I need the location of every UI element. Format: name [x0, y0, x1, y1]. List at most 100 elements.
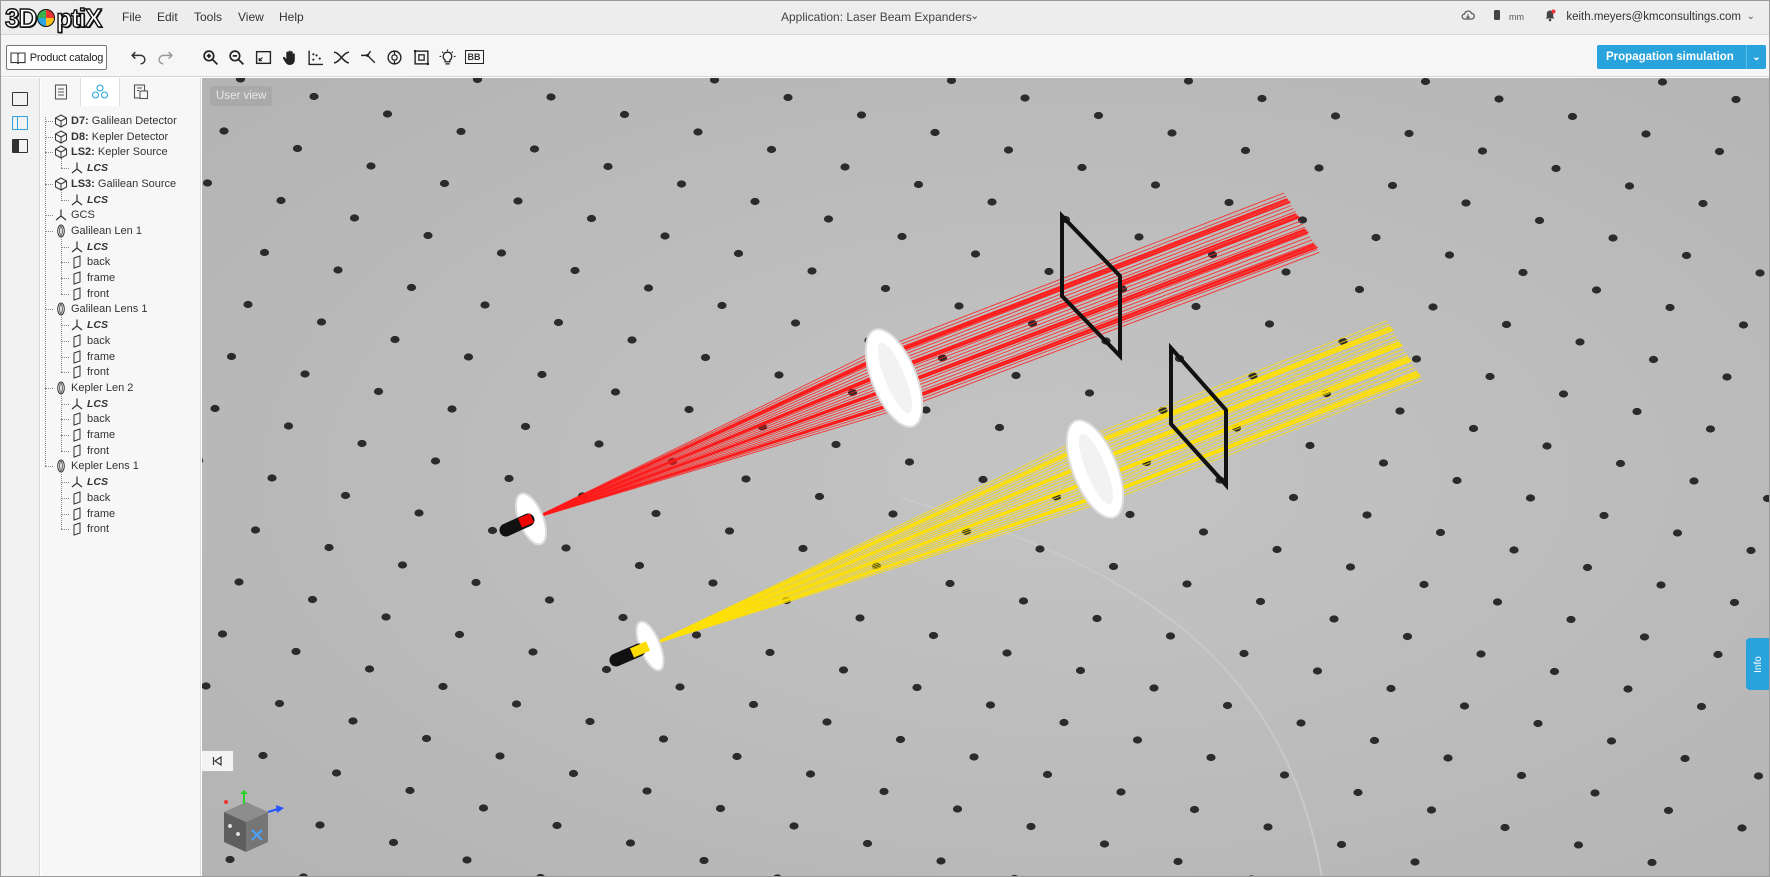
- table-hole: [840, 163, 850, 171]
- table-hole: [1272, 545, 1282, 554]
- redo-icon[interactable]: [154, 46, 176, 68]
- application-title[interactable]: Application: Laser Beam Expanders: [781, 10, 972, 24]
- chevron-down-icon[interactable]: ⌄: [1746, 45, 1766, 69]
- table-hole: [1191, 302, 1201, 311]
- surface-icon: [70, 255, 84, 269]
- tree-child-node[interactable]: front: [70, 286, 109, 302]
- ruler-icon[interactable]: [1493, 9, 1501, 24]
- select-box-icon[interactable]: [410, 46, 432, 68]
- table-hole: [783, 93, 793, 102]
- bell-icon[interactable]: [1544, 9, 1556, 25]
- table-hole: [1378, 459, 1389, 467]
- table-hole: [1239, 649, 1249, 658]
- tree-connector: [61, 529, 69, 531]
- tree-node-label: LCS: [87, 162, 108, 175]
- tree-child-node[interactable]: back: [70, 411, 110, 427]
- split-panel-icon[interactable]: [12, 116, 28, 130]
- table-hole: [537, 370, 547, 379]
- tree-child-node[interactable]: LCS: [70, 317, 108, 333]
- menu-tools[interactable]: Tools: [194, 10, 222, 24]
- chevron-down-icon[interactable]: ⌄: [970, 9, 979, 22]
- tree-child-node[interactable]: frame: [70, 506, 115, 522]
- pan-hand-icon[interactable]: [278, 46, 300, 68]
- tree-node[interactable]: D7: Galilean Detector: [54, 113, 177, 129]
- tree-child-node[interactable]: front: [70, 443, 109, 459]
- axes-icon: [54, 208, 68, 222]
- tree-child-node[interactable]: LCS: [70, 192, 108, 208]
- ray-split-icon[interactable]: [357, 46, 379, 68]
- user-view-label[interactable]: User view: [210, 86, 273, 106]
- menu-help[interactable]: Help: [279, 10, 304, 24]
- cloud-icon[interactable]: [1461, 9, 1475, 24]
- tree-node[interactable]: D8: Kepler Detector: [54, 129, 168, 145]
- tree-child-node[interactable]: frame: [70, 349, 115, 365]
- ray-focus-icon[interactable]: [330, 46, 352, 68]
- table-hole: [388, 838, 399, 847]
- light-bulb-icon[interactable]: [436, 46, 458, 68]
- table-hole: [495, 752, 505, 760]
- axes-icon: [70, 240, 84, 254]
- table-hole: [1281, 268, 1291, 276]
- tree-node-label: Galilean Source: [94, 177, 177, 190]
- tree-connector: [61, 393, 62, 451]
- tree-child-node[interactable]: frame: [70, 427, 115, 443]
- table-hole: [421, 734, 432, 743]
- table-hole: [463, 353, 474, 361]
- tree-child-node[interactable]: front: [70, 521, 109, 537]
- tree-child-node[interactable]: back: [70, 490, 110, 506]
- fit-view-icon[interactable]: [252, 46, 274, 68]
- tree-node[interactable]: Galilean Lens 1: [54, 301, 147, 317]
- tree-node[interactable]: Galilean Len 1: [54, 223, 142, 239]
- units-label[interactable]: mm: [1509, 12, 1524, 22]
- table-hole: [970, 250, 981, 258]
- menu-edit[interactable]: Edit: [157, 10, 178, 24]
- zoom-out-icon[interactable]: [225, 46, 247, 68]
- tree-node[interactable]: LS3: Galilean Source: [54, 176, 176, 192]
- lens-icon: [54, 459, 68, 473]
- tab-hierarchy[interactable]: [80, 78, 120, 106]
- rotate-target-icon[interactable]: [383, 46, 405, 68]
- undo-icon[interactable]: [127, 46, 149, 68]
- table-hole: [1084, 389, 1095, 397]
- single-panel-icon[interactable]: [12, 92, 28, 106]
- menu-view[interactable]: View: [238, 10, 264, 24]
- tree-node-label: front: [87, 287, 110, 300]
- table-hole: [333, 266, 343, 274]
- document-list-icon: [54, 84, 68, 100]
- product-catalog-button[interactable]: Product catalog: [6, 45, 107, 70]
- tab-list[interactable]: [41, 78, 81, 106]
- propagation-simulation-button[interactable]: Propagation simulation ⌄: [1597, 45, 1766, 69]
- table-hole: [1264, 320, 1275, 328]
- chevron-down-icon[interactable]: ⌄: [1747, 11, 1755, 22]
- user-email[interactable]: keith.meyers@kmconsultings.com: [1566, 11, 1741, 23]
- tree-child-node[interactable]: frame: [70, 270, 115, 286]
- 3d-viewport[interactable]: User view Info: [202, 78, 1770, 877]
- tree-node[interactable]: LS2: Kepler Source: [54, 144, 168, 160]
- bounding-box-button[interactable]: BB: [463, 46, 485, 68]
- scene-canvas[interactable]: [202, 78, 1770, 877]
- tree-child-node[interactable]: LCS: [70, 239, 108, 255]
- tree-child-node[interactable]: LCS: [70, 396, 108, 412]
- tree-node[interactable]: GCS: [54, 207, 95, 223]
- tree-child-node[interactable]: LCS: [70, 160, 108, 176]
- tree-node[interactable]: Kepler Len 2: [54, 380, 133, 396]
- table-hole: [1452, 476, 1462, 485]
- menu-file[interactable]: File: [122, 10, 141, 24]
- navigation-cube[interactable]: [216, 790, 286, 860]
- zoom-in-icon[interactable]: [199, 46, 221, 68]
- measure-axes-icon[interactable]: [304, 46, 326, 68]
- tree-child-node[interactable]: back: [70, 254, 110, 270]
- tree-node-label: Kepler Len 2: [71, 381, 134, 394]
- sidebar-panel-icon[interactable]: [12, 139, 28, 153]
- table-hole: [423, 231, 433, 240]
- tree-node[interactable]: Kepler Lens 1: [54, 458, 139, 474]
- tree-child-node[interactable]: front: [70, 364, 109, 380]
- tree-child-node[interactable]: back: [70, 333, 110, 349]
- table-hole: [544, 596, 555, 604]
- tab-properties[interactable]: [121, 78, 161, 106]
- tree-node-id: D7:: [71, 115, 89, 127]
- tree-node-id: LS3:: [71, 177, 95, 190]
- collapse-panel-button[interactable]: [202, 750, 234, 772]
- tree-child-node[interactable]: LCS: [70, 474, 108, 490]
- info-tab[interactable]: Info: [1746, 638, 1769, 690]
